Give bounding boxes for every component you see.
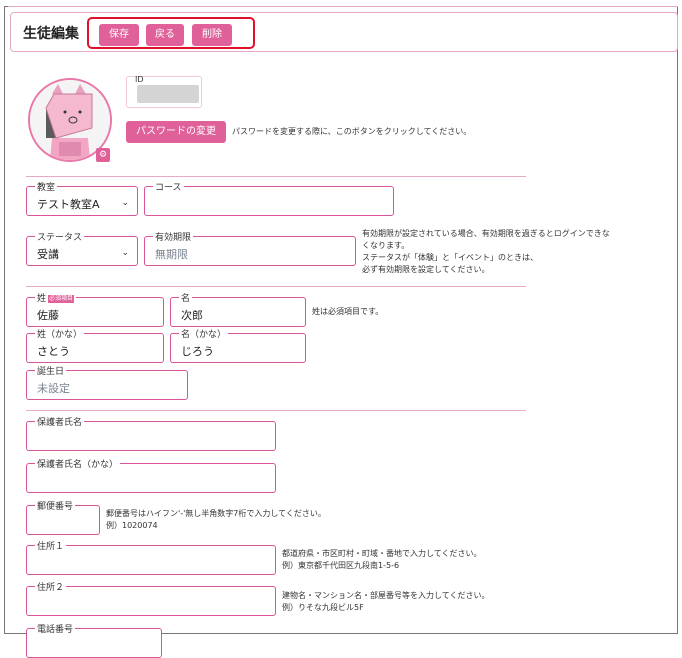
first-name-kana-value: じろう: [181, 345, 214, 358]
birthday-label: 誕生日: [35, 364, 67, 377]
page-title: 生徒編集: [23, 26, 79, 42]
section-divider: [26, 286, 526, 287]
header-bar: 生徒編集 保存 戻る 削除: [10, 12, 678, 52]
gear-icon[interactable]: ⚙: [96, 148, 110, 162]
section-divider: [26, 410, 526, 411]
top-divider: [8, 6, 678, 7]
course-field[interactable]: コース: [144, 180, 394, 216]
status-label: ステータス: [35, 230, 85, 243]
first-name-label: 名: [179, 291, 193, 304]
last-name-field[interactable]: 姓必須項目 佐藤: [26, 291, 164, 327]
name-note: 姓は必須項目です。: [312, 307, 384, 316]
last-name-label: 姓必須項目: [35, 291, 77, 304]
address1-label: 住所１: [35, 539, 67, 552]
phone-field[interactable]: 電話番号: [26, 622, 162, 658]
action-button-group: 保存 戻る 削除: [87, 17, 255, 49]
birthday-field[interactable]: 誕生日 未設定: [26, 364, 188, 400]
id-value-redacted: [137, 85, 199, 103]
last-name-value: 佐藤: [37, 309, 59, 322]
change-password-button[interactable]: パスワードの変更: [126, 121, 226, 143]
expiry-label: 有効期限: [153, 230, 194, 243]
status-value: 受講: [37, 248, 59, 261]
address2-label: 住所２: [35, 580, 67, 593]
birthday-value: 未設定: [37, 382, 70, 395]
guardian-name-field[interactable]: 保護者氏名: [26, 415, 276, 451]
first-name-field[interactable]: 名 次郎: [170, 291, 306, 327]
first-name-kana-field[interactable]: 名（かな） じろう: [170, 327, 306, 363]
phone-label: 電話番号: [35, 622, 76, 635]
chevron-down-icon: ⌄: [121, 198, 129, 208]
guardian-name-kana-label: 保護者氏名（かな）: [35, 457, 121, 470]
address2-field[interactable]: 住所２: [26, 580, 276, 616]
address1-field[interactable]: 住所１: [26, 539, 276, 575]
guardian-name-label: 保護者氏名: [35, 415, 85, 428]
save-button[interactable]: 保存: [99, 24, 139, 46]
postal-code-label: 郵便番号: [35, 499, 76, 512]
section-divider: [26, 176, 526, 177]
guardian-name-kana-field[interactable]: 保護者氏名（かな）: [26, 457, 276, 493]
course-label: コース: [153, 180, 184, 193]
chevron-down-icon: ⌄: [121, 248, 129, 258]
id-field: ID: [126, 75, 202, 108]
address1-note: 都道府県・市区町村・町域・番地で入力してください。 例）東京都千代田区九段南1-…: [282, 549, 482, 570]
first-name-value: 次郎: [181, 309, 203, 322]
expiry-field[interactable]: 有効期限 無期限: [144, 230, 356, 266]
expiry-note: 有効期限が設定されている場合、有効期限を過ぎるとログインできな くなります。 ス…: [362, 229, 610, 274]
classroom-value: テスト教室A: [37, 198, 100, 211]
postal-code-note: 郵便番号はハイフン'-'無し半角数字7桁で入力してください。 例）1020074: [106, 509, 326, 530]
last-name-kana-field[interactable]: 姓（かな） さとう: [26, 327, 164, 363]
password-note: パスワードを変更する際に、このボタンをクリックしてください。: [232, 127, 472, 136]
classroom-label: 教室: [35, 180, 58, 193]
back-button[interactable]: 戻る: [146, 24, 184, 46]
expiry-value: 無期限: [155, 248, 188, 261]
classroom-select[interactable]: 教室 テスト教室A ⌄: [26, 180, 138, 216]
last-name-kana-value: さとう: [37, 345, 70, 358]
postal-code-field[interactable]: 郵便番号: [26, 499, 100, 535]
address2-note: 建物名・マンション名・部屋番号等を入力してください。 例）りそな九段ビル5F: [282, 591, 490, 612]
id-label: ID: [135, 75, 144, 84]
required-badge: 必須項目: [48, 294, 75, 303]
last-name-kana-label: 姓（かな）: [35, 327, 85, 340]
first-name-kana-label: 名（かな）: [179, 327, 229, 340]
status-select[interactable]: ステータス 受講 ⌄: [26, 230, 138, 266]
delete-button[interactable]: 削除: [192, 24, 232, 46]
